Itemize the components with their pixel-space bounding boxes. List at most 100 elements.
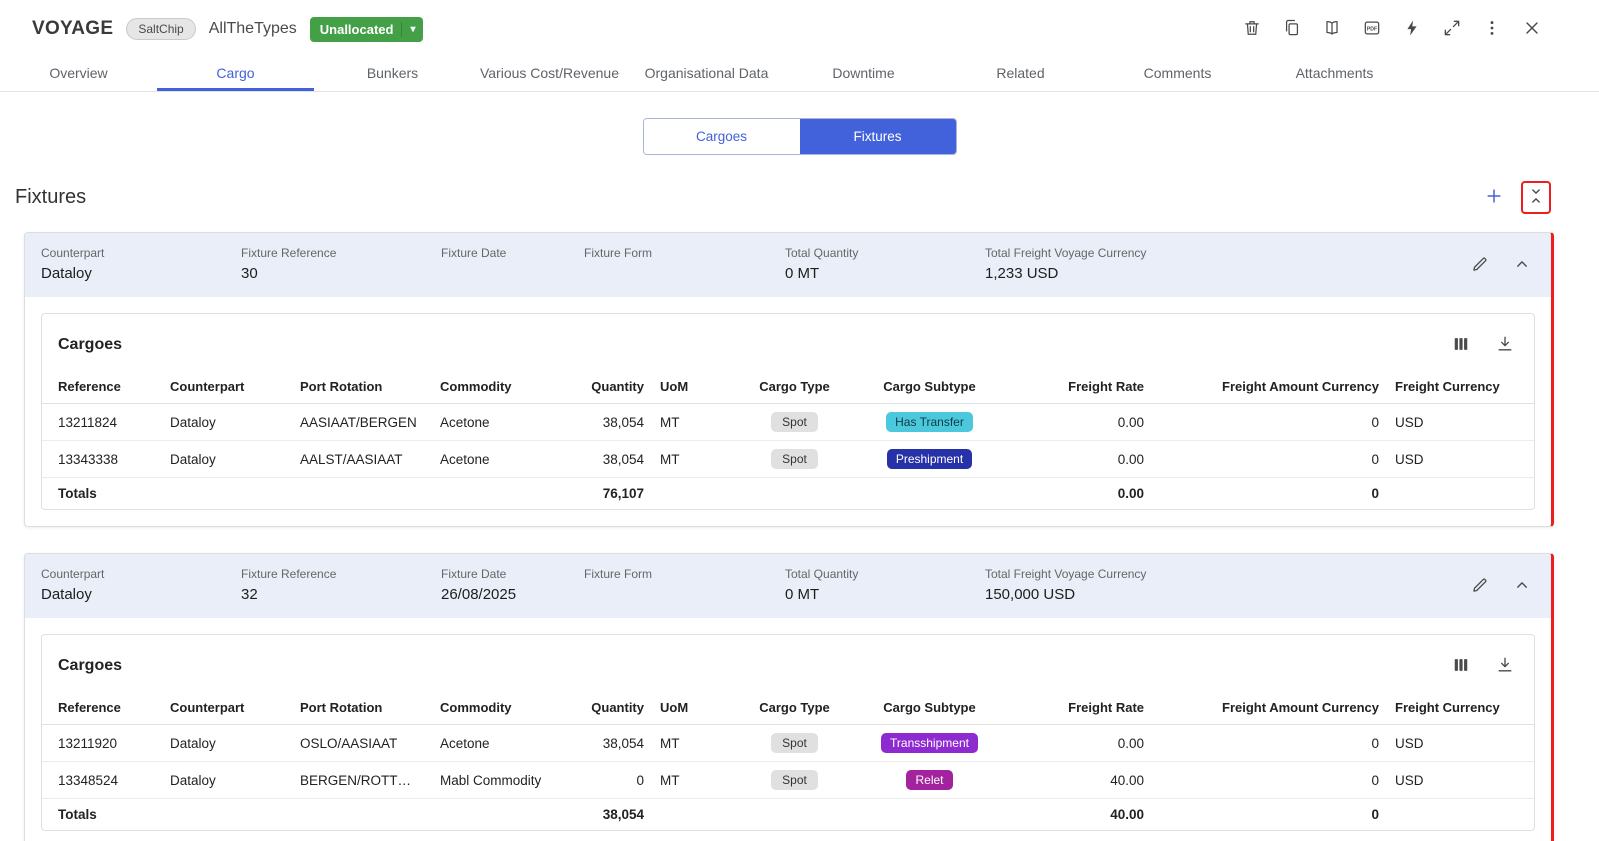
cell-cargo-type: Spot xyxy=(742,441,847,478)
allocation-status-button[interactable]: Unallocated ▾ xyxy=(310,17,424,42)
edit-fixture-button[interactable] xyxy=(1467,573,1493,599)
cell-freight-rate: 0.00 xyxy=(1012,441,1152,478)
fixture-card-30: Counterpart Dataloy Fixture Reference 30… xyxy=(24,232,1554,527)
totals-freight-rate: 0.00 xyxy=(1012,478,1152,510)
cell-port-rotation: AALST/AASIAAT xyxy=(292,441,432,478)
menu-book-icon xyxy=(1322,18,1342,41)
cell-commodity: Acetone xyxy=(432,725,567,762)
cargo-row[interactable]: 13211920 Dataloy OSLO/AASIAAT Acetone 38… xyxy=(42,725,1534,762)
cell-cargo-subtype: Has Transfer xyxy=(847,404,1012,441)
duplicate-voyage-button[interactable] xyxy=(1279,16,1305,42)
cell-reference: 13348524 xyxy=(42,762,162,799)
cargoes-panel-actions xyxy=(1448,332,1518,358)
cell-cargo-subtype: Relet xyxy=(847,762,1012,799)
pdf-icon: PDF xyxy=(1362,18,1382,41)
collapse-fixture-button[interactable] xyxy=(1509,573,1535,599)
compare-button[interactable] xyxy=(1319,16,1345,42)
cell-freight-amount-currency: 0 xyxy=(1152,725,1387,762)
tab-bunkers[interactable]: Bunkers xyxy=(314,58,471,91)
close-icon xyxy=(1522,18,1542,41)
field-total-quantity: Total Quantity 0 MT xyxy=(785,246,985,284)
column-settings-button[interactable] xyxy=(1448,653,1474,679)
cell-cargo-subtype: Preshipment xyxy=(847,441,1012,478)
cell-freight-currency: USD xyxy=(1387,404,1534,441)
download-button[interactable] xyxy=(1492,653,1518,679)
cell-commodity: Acetone xyxy=(432,441,567,478)
cell-commodity: Acetone xyxy=(432,404,567,441)
more-vert-icon xyxy=(1482,18,1502,41)
cargoes-panel-actions xyxy=(1448,653,1518,679)
cargo-subtype-badge: Has Transfer xyxy=(886,412,973,432)
collapse-fixture-button[interactable] xyxy=(1509,252,1535,278)
tab-downtime[interactable]: Downtime xyxy=(785,58,942,91)
cargo-row[interactable]: 13211824 Dataloy AASIAAT/BERGEN Acetone … xyxy=(42,404,1534,441)
tab-organisational-data[interactable]: Organisational Data xyxy=(628,58,785,91)
pencil-icon xyxy=(1470,575,1490,598)
totals-row: Totals 76,107 0.00 0 xyxy=(42,478,1534,510)
column-settings-button[interactable] xyxy=(1448,332,1474,358)
cargoes-table-body: 13211920 Dataloy OSLO/AASIAAT Acetone 38… xyxy=(42,725,1534,799)
field-total-freight: Total Freight Voyage Currency 150,000 US… xyxy=(985,567,1467,605)
cell-freight-amount-currency: 0 xyxy=(1152,762,1387,799)
cargo-row[interactable]: 13348524 Dataloy BERGEN/ROTT… Mabl Commo… xyxy=(42,762,1534,799)
cell-quantity: 0 xyxy=(567,762,652,799)
collapse-all-button[interactable] xyxy=(1521,181,1551,214)
fixture-card-32: Counterpart Dataloy Fixture Reference 32… xyxy=(24,553,1554,841)
quick-actions-button[interactable] xyxy=(1399,16,1425,42)
tab-comments[interactable]: Comments xyxy=(1099,58,1256,91)
main-tabs: Overview Cargo Bunkers Various Cost/Reve… xyxy=(0,58,1599,92)
close-button[interactable] xyxy=(1519,16,1545,42)
field-fixture-date: Fixture Date 26/08/2025 xyxy=(441,567,584,605)
download-icon xyxy=(1495,334,1515,357)
tab-various-cost-revenue[interactable]: Various Cost/Revenue xyxy=(471,58,628,91)
cargoes-panel: Cargoes xyxy=(41,313,1535,510)
svg-text:PDF: PDF xyxy=(1367,26,1377,32)
cell-commodity: Mabl Commodity xyxy=(432,762,567,799)
fixture-summary: Counterpart Dataloy Fixture Reference 30… xyxy=(25,233,1551,297)
cargo-type-badge: Spot xyxy=(771,770,818,790)
cargo-type-badge: Spot xyxy=(771,412,818,432)
cargoes-panel-head: Cargoes xyxy=(42,635,1534,691)
fixture-card-body: Cargoes xyxy=(25,297,1551,526)
header-toolbar: PDF xyxy=(1239,16,1545,42)
more-menu-button[interactable] xyxy=(1479,16,1505,42)
delete-voyage-button[interactable] xyxy=(1239,16,1265,42)
tab-attachments[interactable]: Attachments xyxy=(1256,58,1413,91)
cargo-type-badge: Spot xyxy=(771,449,818,469)
cell-counterpart: Dataloy xyxy=(162,404,292,441)
plus-icon xyxy=(1484,186,1504,209)
cargo-row[interactable]: 13343338 Dataloy AALST/AASIAAT Acetone 3… xyxy=(42,441,1534,478)
cargo-type-badge: Spot xyxy=(771,733,818,753)
toggle-cargoes[interactable]: Cargoes xyxy=(644,119,800,154)
pdf-export-button[interactable]: PDF xyxy=(1359,16,1385,42)
chevron-down-icon: ▾ xyxy=(401,22,423,37)
cell-uom: MT xyxy=(652,404,742,441)
cell-freight-amount-currency: 0 xyxy=(1152,441,1387,478)
toggle-fixtures[interactable]: Fixtures xyxy=(800,119,956,154)
tab-cargo[interactable]: Cargo xyxy=(157,58,314,91)
columns-icon xyxy=(1451,655,1471,678)
cell-cargo-type: Spot xyxy=(742,762,847,799)
cell-freight-rate: 0.00 xyxy=(1012,725,1152,762)
open-in-full-icon xyxy=(1442,18,1462,41)
totals-quantity: 38,054 xyxy=(567,799,652,831)
cell-freight-rate: 40.00 xyxy=(1012,762,1152,799)
download-button[interactable] xyxy=(1492,332,1518,358)
tab-related[interactable]: Related xyxy=(942,58,1099,91)
cargoes-panel-head: Cargoes xyxy=(42,314,1534,370)
field-counterpart: Counterpart Dataloy xyxy=(41,246,241,284)
chevron-up-icon xyxy=(1512,575,1532,598)
field-fixture-reference: Fixture Reference 30 xyxy=(241,246,441,284)
bolt-icon xyxy=(1402,18,1422,41)
cell-uom: MT xyxy=(652,762,742,799)
edit-fixture-button[interactable] xyxy=(1467,252,1493,278)
add-fixture-button[interactable] xyxy=(1481,185,1507,211)
cargoes-table-head: Reference Counterpart Port Rotation Comm… xyxy=(42,691,1534,725)
cell-port-rotation: AASIAAT/BERGEN xyxy=(292,404,432,441)
tab-overview[interactable]: Overview xyxy=(0,58,157,91)
fullscreen-button[interactable] xyxy=(1439,16,1465,42)
cell-quantity: 38,054 xyxy=(567,725,652,762)
cargoes-table-body: 13211824 Dataloy AASIAAT/BERGEN Acetone … xyxy=(42,404,1534,478)
fixtures-section-head: Fixtures xyxy=(0,155,1599,232)
cargo-subtype-badge: Preshipment xyxy=(887,449,972,469)
